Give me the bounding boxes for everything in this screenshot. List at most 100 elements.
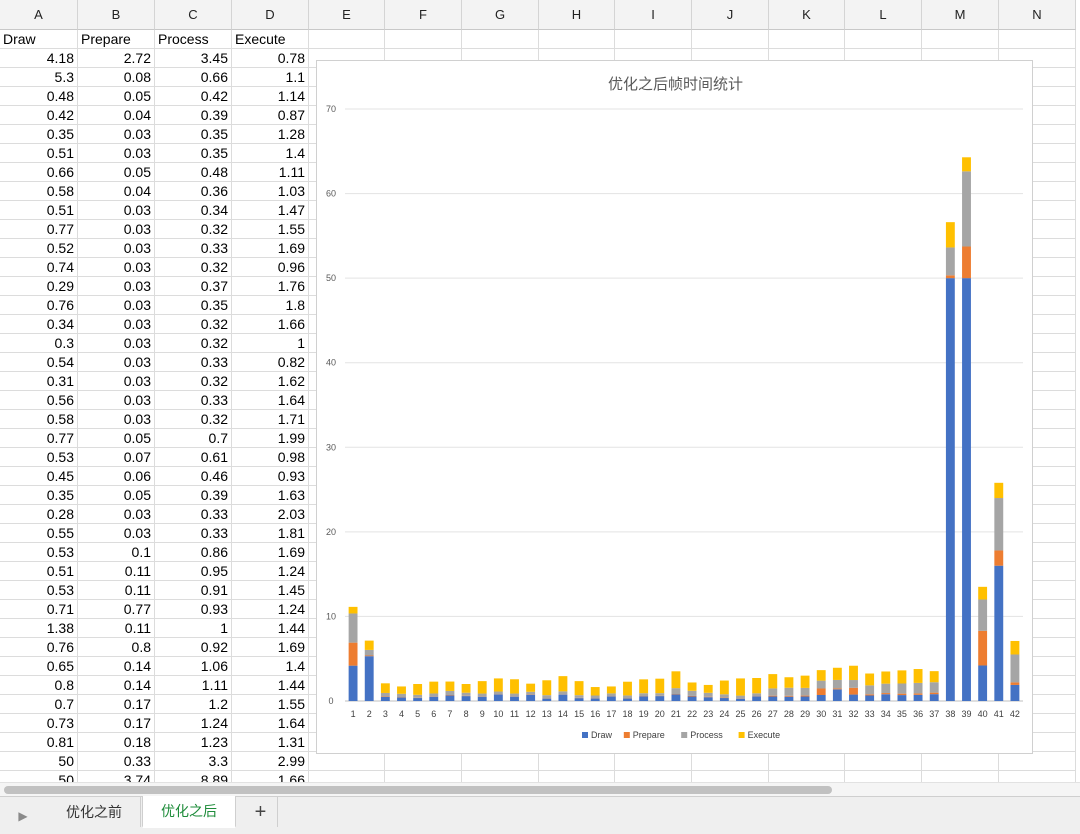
- column-header[interactable]: E: [309, 0, 385, 30]
- table-cell[interactable]: 0.05: [78, 163, 155, 182]
- table-cell[interactable]: [922, 771, 999, 782]
- table-cell[interactable]: 1.47: [232, 201, 309, 220]
- table-cell[interactable]: 0.1: [78, 543, 155, 562]
- table-cell[interactable]: [309, 771, 385, 782]
- table-cell[interactable]: 0.11: [78, 619, 155, 638]
- table-cell[interactable]: 0.36: [155, 182, 232, 201]
- header-cell[interactable]: [385, 30, 462, 49]
- table-cell[interactable]: [615, 771, 692, 782]
- table-cell[interactable]: 0.14: [78, 676, 155, 695]
- table-cell[interactable]: 0.93: [155, 600, 232, 619]
- table-cell[interactable]: 0.33: [155, 239, 232, 258]
- table-cell[interactable]: 1.55: [232, 220, 309, 239]
- table-cell[interactable]: 1.8: [232, 296, 309, 315]
- table-cell[interactable]: 0.32: [155, 315, 232, 334]
- table-cell[interactable]: 0.33: [155, 353, 232, 372]
- table-cell[interactable]: 0.04: [78, 106, 155, 125]
- table-cell[interactable]: 1.45: [232, 581, 309, 600]
- table-cell[interactable]: 1.64: [232, 391, 309, 410]
- sheet-tab-after[interactable]: 优化之后: [142, 796, 236, 828]
- table-cell[interactable]: 0.45: [0, 467, 78, 486]
- table-cell[interactable]: 0.8: [78, 638, 155, 657]
- column-header[interactable]: J: [692, 0, 769, 30]
- table-cell[interactable]: 1: [232, 334, 309, 353]
- table-cell[interactable]: 0.53: [0, 581, 78, 600]
- table-cell[interactable]: 0.98: [232, 448, 309, 467]
- table-cell[interactable]: 0.03: [78, 144, 155, 163]
- table-cell[interactable]: 0.8: [0, 676, 78, 695]
- add-sheet-button[interactable]: +: [244, 797, 278, 827]
- table-cell[interactable]: 0.86: [155, 543, 232, 562]
- header-cell[interactable]: [539, 30, 615, 49]
- column-header[interactable]: G: [462, 0, 539, 30]
- table-cell[interactable]: 1.11: [155, 676, 232, 695]
- table-cell[interactable]: 0.03: [78, 391, 155, 410]
- table-cell[interactable]: 1.69: [232, 239, 309, 258]
- table-cell[interactable]: 0.51: [0, 201, 78, 220]
- table-cell[interactable]: 1.81: [232, 524, 309, 543]
- table-cell[interactable]: 0.06: [78, 467, 155, 486]
- table-cell[interactable]: 0.39: [155, 106, 232, 125]
- table-cell[interactable]: 0.17: [78, 714, 155, 733]
- table-cell[interactable]: 1.4: [232, 144, 309, 163]
- table-cell[interactable]: 1.69: [232, 543, 309, 562]
- column-header[interactable]: N: [999, 0, 1076, 30]
- table-cell[interactable]: 1.64: [232, 714, 309, 733]
- table-cell[interactable]: 0.66: [0, 163, 78, 182]
- table-cell[interactable]: 2.72: [78, 49, 155, 68]
- table-cell[interactable]: 1.55: [232, 695, 309, 714]
- table-cell[interactable]: [539, 771, 615, 782]
- table-cell[interactable]: 0.32: [155, 258, 232, 277]
- table-cell[interactable]: 3.45: [155, 49, 232, 68]
- table-cell[interactable]: 0.66: [155, 68, 232, 87]
- table-cell[interactable]: 0.52: [0, 239, 78, 258]
- header-cell[interactable]: [462, 30, 539, 49]
- column-header[interactable]: A: [0, 0, 78, 30]
- table-cell[interactable]: 1.31: [232, 733, 309, 752]
- table-cell[interactable]: 0.37: [155, 277, 232, 296]
- table-cell[interactable]: 0.03: [78, 353, 155, 372]
- table-cell[interactable]: 0.03: [78, 315, 155, 334]
- table-cell[interactable]: [692, 771, 769, 782]
- header-cell[interactable]: Execute: [232, 30, 309, 49]
- scrollbar-thumb[interactable]: [4, 786, 832, 794]
- table-cell[interactable]: 0.32: [155, 372, 232, 391]
- column-header[interactable]: C: [155, 0, 232, 30]
- table-cell[interactable]: 0.05: [78, 87, 155, 106]
- table-cell[interactable]: 1.99: [232, 429, 309, 448]
- table-cell[interactable]: 0.82: [232, 353, 309, 372]
- table-cell[interactable]: 0.03: [78, 220, 155, 239]
- table-cell[interactable]: 0.77: [0, 220, 78, 239]
- table-cell[interactable]: 0.34: [155, 201, 232, 220]
- table-cell[interactable]: 0.46: [155, 467, 232, 486]
- table-cell[interactable]: 0.03: [78, 201, 155, 220]
- header-cell[interactable]: [999, 30, 1076, 49]
- table-cell[interactable]: [462, 771, 539, 782]
- table-cell[interactable]: 0.35: [0, 125, 78, 144]
- header-cell[interactable]: Prepare: [78, 30, 155, 49]
- table-cell[interactable]: 0.03: [78, 125, 155, 144]
- table-cell[interactable]: 2.99: [232, 752, 309, 771]
- header-cell[interactable]: Draw: [0, 30, 78, 49]
- table-cell[interactable]: 1.38: [0, 619, 78, 638]
- table-cell[interactable]: 0.07: [78, 448, 155, 467]
- table-cell[interactable]: 0.61: [155, 448, 232, 467]
- table-cell[interactable]: 0.91: [155, 581, 232, 600]
- horizontal-scrollbar[interactable]: [0, 782, 1080, 796]
- table-cell[interactable]: 1: [155, 619, 232, 638]
- table-cell[interactable]: 0.74: [0, 258, 78, 277]
- table-cell[interactable]: 4.18: [0, 49, 78, 68]
- header-cell[interactable]: [845, 30, 922, 49]
- table-cell[interactable]: 0.03: [78, 277, 155, 296]
- table-cell[interactable]: 1.24: [155, 714, 232, 733]
- column-header[interactable]: F: [385, 0, 462, 30]
- table-cell[interactable]: 1.1: [232, 68, 309, 87]
- table-cell[interactable]: 2.03: [232, 505, 309, 524]
- table-cell[interactable]: 0.35: [155, 296, 232, 315]
- table-cell[interactable]: [769, 771, 845, 782]
- table-cell[interactable]: 1.11: [232, 163, 309, 182]
- table-cell[interactable]: 0.32: [155, 220, 232, 239]
- table-cell[interactable]: 0.39: [155, 486, 232, 505]
- table-cell[interactable]: 0.92: [155, 638, 232, 657]
- table-cell[interactable]: 0.04: [78, 182, 155, 201]
